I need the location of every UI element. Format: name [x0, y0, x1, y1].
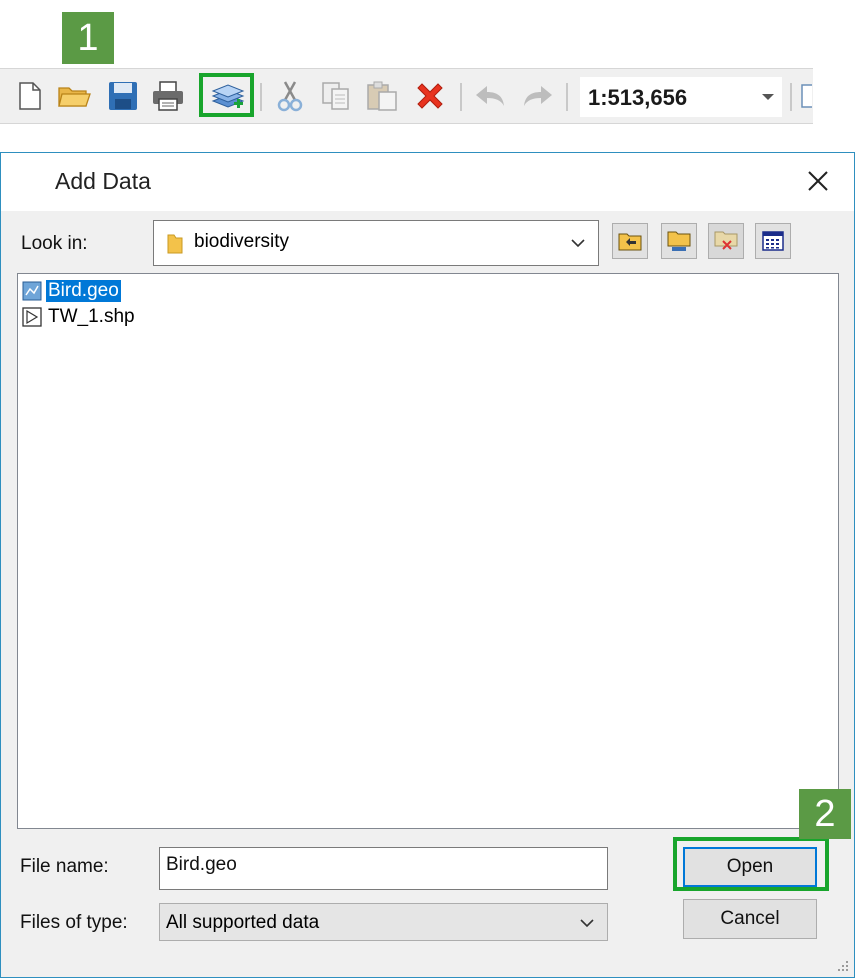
new-document-button[interactable]	[12, 77, 48, 115]
cut-button[interactable]	[272, 77, 308, 115]
toolbar-overflow-button[interactable]	[798, 77, 812, 115]
shapefile-icon	[22, 307, 42, 327]
save-icon	[109, 82, 137, 110]
toolbar-separator	[260, 83, 262, 111]
look-in-label: Look in:	[21, 233, 88, 254]
layout-icon	[801, 84, 812, 108]
paste-icon	[367, 81, 397, 111]
step-2-highlight	[673, 837, 829, 891]
folder-icon	[167, 234, 183, 254]
files-of-type-dropdown[interactable]: All supported data	[159, 903, 608, 941]
step-1-highlight	[199, 73, 254, 117]
delete-button[interactable]	[412, 77, 448, 115]
delete-icon	[417, 83, 443, 109]
step-2-badge: 2	[799, 789, 851, 839]
undo-icon	[476, 86, 504, 106]
paste-button[interactable]	[364, 77, 400, 115]
cancel-button[interactable]: Cancel	[683, 899, 817, 939]
copy-button[interactable]	[318, 77, 354, 115]
map-scale-combobox[interactable]: 1:513,656	[580, 77, 782, 117]
step-1-badge: 1	[62, 12, 114, 64]
look-in-value: biodiversity	[194, 231, 290, 252]
file-item-bird-geo[interactable]: Bird.geo	[22, 279, 121, 303]
connect-folder-icon	[667, 231, 691, 251]
save-button[interactable]	[105, 77, 141, 115]
connect-to-folder-button[interactable]	[661, 223, 697, 259]
chevron-down-icon[interactable]	[570, 237, 586, 249]
files-of-type-value: All supported data	[166, 912, 320, 933]
toolbar-separator	[790, 83, 792, 111]
standard-toolbar: 1:513,656	[0, 68, 813, 124]
files-of-type-label: Files of type:	[20, 912, 128, 933]
up-one-level-button[interactable]	[612, 223, 648, 259]
redo-button[interactable]	[520, 77, 556, 115]
dialog-titlebar: Add Data	[1, 153, 854, 211]
file-name-text: Bird.geo	[46, 280, 121, 302]
file-name-field[interactable]: Bird.geo	[159, 847, 608, 890]
chevron-down-icon[interactable]	[579, 917, 595, 929]
cut-icon	[277, 81, 303, 112]
print-button[interactable]	[150, 77, 186, 115]
dialog-title: Add Data	[55, 168, 151, 194]
folder-up-icon	[618, 233, 642, 251]
file-name-text: TW_1.shp	[48, 306, 135, 327]
copy-icon	[322, 82, 349, 110]
disconnect-folder-button[interactable]	[708, 223, 744, 259]
file-list[interactable]: Bird.geo TW_1.shp	[17, 273, 839, 829]
look-in-dropdown[interactable]: biodiversity	[153, 220, 599, 266]
view-details-button[interactable]	[755, 223, 791, 259]
toolbar-separator	[460, 83, 462, 111]
open-folder-icon	[58, 87, 91, 107]
map-scale-value: 1:513,656	[588, 85, 688, 110]
open-button[interactable]	[56, 77, 92, 115]
file-name-label: File name:	[20, 856, 109, 877]
disconnect-folder-icon	[714, 231, 738, 250]
resize-grip-icon[interactable]	[836, 959, 850, 973]
file-item-tw-1-shp[interactable]: TW_1.shp	[22, 305, 137, 329]
print-icon	[153, 81, 183, 111]
undo-button[interactable]	[472, 77, 508, 115]
raster-dataset-icon	[22, 281, 42, 301]
redo-icon	[524, 86, 552, 106]
chevron-down-icon[interactable]	[762, 94, 774, 100]
details-view-icon	[762, 231, 784, 251]
new-document-icon	[19, 82, 41, 110]
toolbar-separator	[566, 83, 568, 111]
close-icon[interactable]	[804, 167, 832, 195]
